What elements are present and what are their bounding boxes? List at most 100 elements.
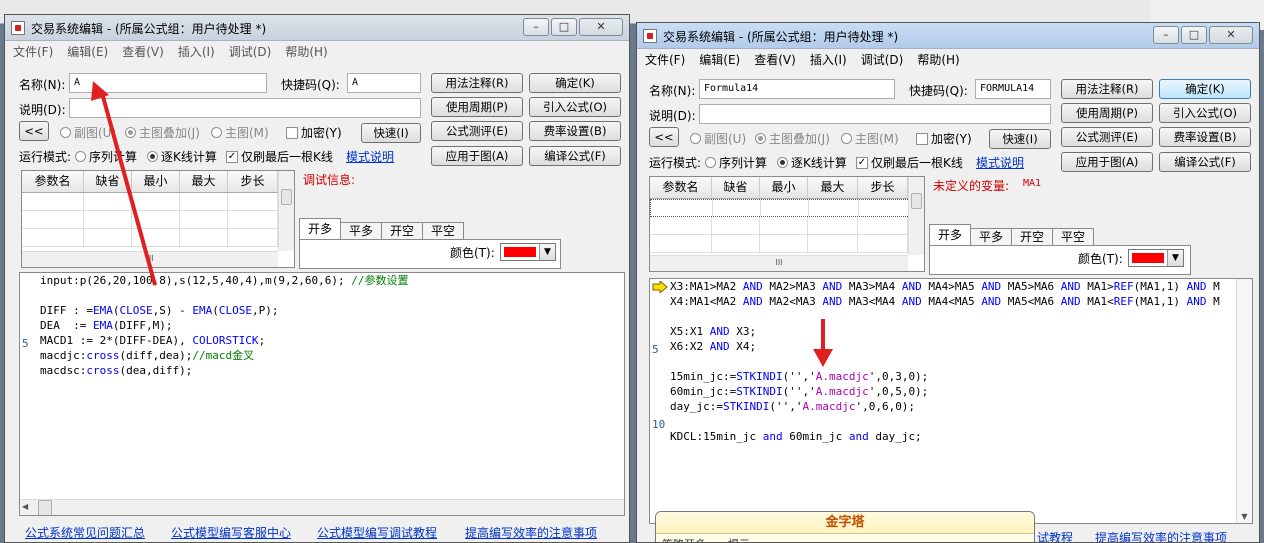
radio-seq-calc[interactable]: 序列计算 — [75, 148, 137, 165]
left-titlebar[interactable]: 交易系统编辑 - (所属公式组：用户待处理 *) – □ ✕ — [5, 15, 629, 41]
menu-insert[interactable]: 插入(I) — [810, 51, 847, 68]
footer-link-tutorial[interactable]: 试教程 — [1037, 529, 1073, 542]
code-line[interactable]: 15min_jc:=STKINDI('','A.macdjc',0,3,0); — [670, 369, 1252, 384]
encrypt-checkbox[interactable]: 加密(Y) — [916, 130, 972, 147]
close-button[interactable]: ✕ — [579, 18, 623, 36]
menu-file[interactable]: 文件(F) — [13, 43, 53, 60]
collapse-button[interactable]: << — [19, 121, 49, 141]
radio-kline-calc[interactable]: 逐K线计算 — [147, 148, 217, 165]
formula-test-button[interactable]: 公式测评(E) — [431, 121, 523, 141]
code-content[interactable]: input:p(26,20,100,8),s(12,5,40,4),m(9,2,… — [40, 273, 624, 515]
table-row[interactable] — [22, 193, 294, 211]
footer-link-tutorial[interactable]: 公式模型编写调试教程 — [317, 524, 437, 541]
mode-help-link[interactable]: 模式说明 — [976, 154, 1024, 171]
shortcut-input[interactable]: FORMULA14 — [975, 79, 1051, 99]
code-line[interactable]: input:p(26,20,100,8),s(12,5,40,4),m(9,2,… — [40, 273, 624, 288]
tab-close-short[interactable]: 平空 — [1052, 228, 1095, 246]
tab-open-short[interactable]: 开空 — [381, 222, 424, 240]
refresh-last-checkbox[interactable]: ✓ 仅刷最后一根K线 — [856, 154, 963, 171]
table-row[interactable] — [22, 211, 294, 229]
color-select[interactable]: ▼ — [1128, 249, 1184, 267]
maximize-button[interactable]: □ — [551, 18, 577, 36]
table-row[interactable] — [650, 217, 924, 235]
code-line[interactable]: DIFF : =EMA(CLOSE,S) - EMA(CLOSE,P); — [40, 303, 624, 318]
code-line[interactable]: macdsc:cross(dea,diff); — [40, 363, 624, 378]
menu-view[interactable]: 查看(V) — [754, 51, 796, 68]
quick-button[interactable]: 快速(I) — [361, 123, 421, 143]
radio-sub-chart[interactable]: 副图(U) — [690, 130, 746, 147]
code-line[interactable]: macdjc:cross(diff,dea);//macd金叉 — [40, 348, 624, 363]
formula-test-button[interactable]: 公式测评(E) — [1061, 127, 1153, 147]
radio-main-overlay[interactable]: 主图叠加(J) — [755, 130, 830, 147]
code-line[interactable]: 60min_jc:=STKINDI('','A.macdjc',0,5,0); — [670, 384, 1252, 399]
code-line[interactable]: MACD1 := 2*(DIFF-DEA), COLORSTICK; — [40, 333, 624, 348]
code-line[interactable]: X6:X2 AND X4; — [670, 339, 1252, 354]
radio-sub-chart[interactable]: 副图(U) — [60, 124, 116, 141]
code-line[interactable] — [670, 414, 1252, 429]
tab-close-long[interactable]: 平多 — [340, 222, 383, 240]
code-line[interactable]: X4:MA1<MA2 AND MA2<MA3 AND MA3<MA4 AND M… — [670, 294, 1252, 309]
menu-edit[interactable]: 编辑(E) — [67, 43, 108, 60]
refresh-last-checkbox[interactable]: ✓ 仅刷最后一根K线 — [226, 148, 333, 165]
code-line[interactable]: KDCL:15min_jc and 60min_jc and day_jc; — [670, 429, 1252, 444]
compile-formula-button[interactable]: 编译公式(F) — [529, 146, 621, 166]
ok-button[interactable]: 确定(K) — [1159, 79, 1251, 99]
radio-main-overlay[interactable]: 主图叠加(J) — [125, 124, 200, 141]
code-line[interactable]: day_jc:=STKINDI('','A.macdjc',0,6,0); — [670, 399, 1252, 414]
compile-formula-button[interactable]: 编译公式(F) — [1159, 152, 1251, 172]
desc-input[interactable] — [69, 98, 421, 118]
code-editor[interactable]: 5 input:p(26,20,100,8),s(12,5,40,4),m(9,… — [19, 272, 625, 516]
right-titlebar[interactable]: 交易系统编辑 - (所属公式组：用户待处理 *) – □ ✕ — [637, 23, 1259, 49]
footer-link-efficiency[interactable]: 提高编写效率的注意事项 — [465, 524, 597, 541]
ok-button[interactable]: 确定(K) — [529, 73, 621, 93]
fee-setting-button[interactable]: 费率设置(B) — [529, 121, 621, 141]
mode-help-link[interactable]: 模式说明 — [346, 148, 394, 165]
code-line[interactable] — [670, 354, 1252, 369]
tab-open-long[interactable]: 开多 — [299, 218, 342, 240]
code-editor[interactable]: 5 10 X3:MA1>MA2 AND MA2>MA3 AND MA3>MA4 … — [649, 278, 1253, 524]
table-row[interactable] — [650, 199, 924, 217]
period-button[interactable]: 使用周期(P) — [431, 97, 523, 117]
code-line[interactable] — [40, 288, 624, 303]
table-row[interactable] — [650, 235, 924, 253]
usage-note-button[interactable]: 用法注释(R) — [431, 73, 523, 93]
footer-link-service[interactable]: 公式模型编写客服中心 — [171, 524, 291, 541]
apply-to-chart-button[interactable]: 应用于图(A) — [1061, 152, 1153, 172]
encrypt-checkbox[interactable]: 加密(Y) — [286, 124, 342, 141]
radio-seq-calc[interactable]: 序列计算 — [705, 154, 767, 171]
import-formula-button[interactable]: 引入公式(O) — [1159, 103, 1251, 123]
editor-vscroll[interactable]: ▼ — [1236, 279, 1252, 523]
minimize-button[interactable]: – — [523, 18, 549, 36]
code-line[interactable]: DEA := EMA(DIFF,M); — [40, 318, 624, 333]
tab-open-short[interactable]: 开空 — [1011, 228, 1054, 246]
footer-link-efficiency[interactable]: 提高编写效率的注意事项 — [1095, 529, 1227, 542]
grid-hscroll[interactable]: III — [650, 255, 908, 271]
tab-close-short[interactable]: 平空 — [422, 222, 465, 240]
menu-help[interactable]: 帮助(H) — [917, 51, 959, 68]
period-button[interactable]: 使用周期(P) — [1061, 103, 1153, 123]
usage-note-button[interactable]: 用法注释(R) — [1061, 79, 1153, 99]
radio-kline-calc[interactable]: 逐K线计算 — [777, 154, 847, 171]
code-line[interactable]: X3:MA1>MA2 AND MA2>MA3 AND MA3>MA4 AND M… — [670, 279, 1252, 294]
grid-vscroll[interactable] — [278, 171, 294, 251]
collapse-button[interactable]: << — [649, 127, 679, 147]
quick-button[interactable]: 快速(I) — [989, 129, 1051, 149]
menu-help[interactable]: 帮助(H) — [285, 43, 327, 60]
code-line[interactable]: X5:X1 AND X3; — [670, 324, 1252, 339]
apply-to-chart-button[interactable]: 应用于图(A) — [431, 146, 523, 166]
desc-input[interactable] — [699, 104, 1051, 124]
minimize-button[interactable]: – — [1153, 26, 1179, 44]
tab-close-long[interactable]: 平多 — [970, 228, 1013, 246]
menu-debug[interactable]: 调试(D) — [861, 51, 904, 68]
code-line[interactable] — [670, 309, 1252, 324]
color-select[interactable]: ▼ — [500, 243, 556, 261]
close-button[interactable]: ✕ — [1209, 26, 1253, 44]
code-content[interactable]: X3:MA1>MA2 AND MA2>MA3 AND MA3>MA4 AND M… — [670, 279, 1252, 523]
footer-link-faq[interactable]: 公式系统常见问题汇总 — [25, 524, 145, 541]
grid-hscroll[interactable]: III — [22, 251, 278, 267]
radio-main-chart[interactable]: 主图(M) — [841, 130, 899, 147]
menu-debug[interactable]: 调试(D) — [229, 43, 272, 60]
table-row[interactable] — [22, 229, 294, 247]
menu-view[interactable]: 查看(V) — [122, 43, 164, 60]
menu-edit[interactable]: 编辑(E) — [699, 51, 740, 68]
